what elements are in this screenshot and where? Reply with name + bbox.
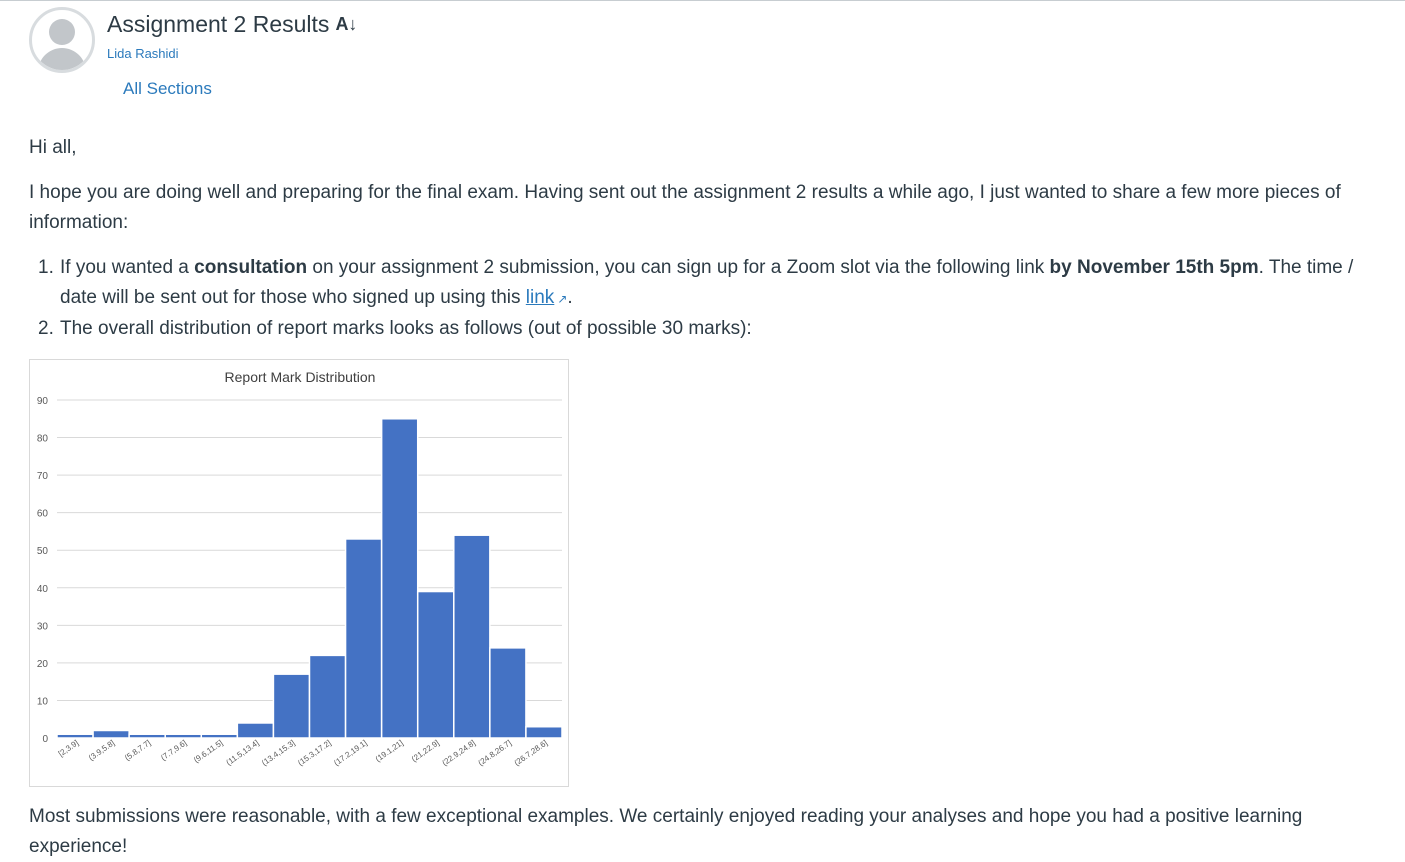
histogram-bar	[525, 725, 563, 739]
mark-distribution-chart: Report Mark Distribution 0 10 20 30 40 50 60 70…	[29, 359, 569, 787]
y-tick-label: 20	[37, 659, 49, 670]
histogram-bar	[380, 418, 419, 739]
list-bold-text: consultation	[194, 257, 308, 278]
x-tick-label: (5.8,7.7]	[123, 738, 152, 762]
x-tick-label: (19.1,21]	[374, 738, 405, 763]
histogram-bar	[272, 673, 311, 739]
list-text: The overall distribution of report marks…	[60, 318, 752, 339]
post-title: Assignment 2 Results A↓	[107, 11, 357, 38]
x-tick-label: (17.2,19.1]	[332, 738, 368, 767]
list-text: .	[567, 287, 573, 308]
list-number: 2.	[38, 318, 54, 339]
histogram-bar	[489, 647, 527, 739]
x-tick-label: (3.9,5.8]	[87, 738, 116, 762]
histogram-bar	[416, 590, 455, 739]
x-tick-label: (15.3,17.2]	[296, 738, 332, 767]
x-tick-label: (7.7,9.6]	[159, 738, 188, 762]
chart-title: Report Mark Distribution	[225, 369, 376, 385]
greeting-text: Hi all,	[29, 137, 77, 158]
x-tick-label: (11.5,13.4]	[225, 738, 261, 767]
histogram-bar	[128, 733, 166, 739]
y-tick-label: 90	[37, 396, 49, 407]
x-tick-label: [2,3.9]	[57, 738, 80, 758]
histogram-bar	[308, 654, 347, 739]
y-tick-label: 0	[42, 734, 48, 745]
intro-paragraph: I hope you are doing well and preparing …	[29, 182, 1341, 233]
x-tick-label: (21,22.9]	[410, 738, 441, 763]
signup-link[interactable]: link	[526, 287, 555, 308]
y-tick-label: 10	[37, 696, 49, 707]
info-list: 1. If you wanted a consultation on your …	[38, 253, 1388, 344]
x-tick-label: (9.6,11.5]	[192, 738, 224, 764]
external-link-icon: ↗	[557, 292, 568, 306]
x-tick-label: (24.8,26.7]	[477, 738, 513, 767]
y-tick-label: 40	[37, 584, 49, 595]
y-tick-label: 70	[37, 471, 49, 482]
x-tick-label: (22.9,24.8]	[440, 738, 476, 767]
avatar-shoulders	[38, 48, 86, 70]
x-tick-label: (13.4,15.3]	[260, 738, 296, 767]
y-tick-label: 50	[37, 546, 49, 557]
chart-svg: Report Mark Distribution 0 10 20 30 40 50 60 70…	[37, 369, 563, 768]
outro-paragraph: Most submissions were reasonable, with a…	[29, 806, 1303, 857]
histogram-bar	[453, 534, 491, 739]
list-text: on your assignment 2 submission, you can…	[307, 257, 1050, 278]
list-text: If you wanted a	[60, 257, 195, 278]
y-tick-label: 60	[37, 509, 49, 520]
histogram-bar	[200, 733, 239, 739]
avatar-head	[49, 19, 75, 45]
list-item: 1. If you wanted a consultation on your …	[38, 253, 1388, 314]
post-title-text: Assignment 2 Results	[107, 11, 330, 37]
ab-download-icon[interactable]: A↓	[335, 14, 357, 35]
histogram-bar	[92, 729, 130, 739]
histogram-bar	[56, 733, 94, 739]
histogram-bar	[344, 538, 383, 739]
sections-label[interactable]: All Sections	[123, 79, 212, 99]
histogram-bar	[236, 722, 275, 739]
list-item: 2. The overall distribution of report ma…	[38, 314, 1388, 344]
list-number: 1.	[38, 257, 54, 278]
histogram-bar	[164, 733, 203, 739]
author-name[interactable]: Lida Rashidi	[107, 46, 179, 61]
x-tick-label: (26.7,28.6]	[513, 738, 549, 767]
deadline-text: by November 15th 5pm	[1049, 257, 1259, 278]
author-avatar[interactable]	[29, 7, 95, 73]
y-tick-label: 80	[37, 434, 49, 445]
y-tick-label: 30	[37, 621, 49, 632]
